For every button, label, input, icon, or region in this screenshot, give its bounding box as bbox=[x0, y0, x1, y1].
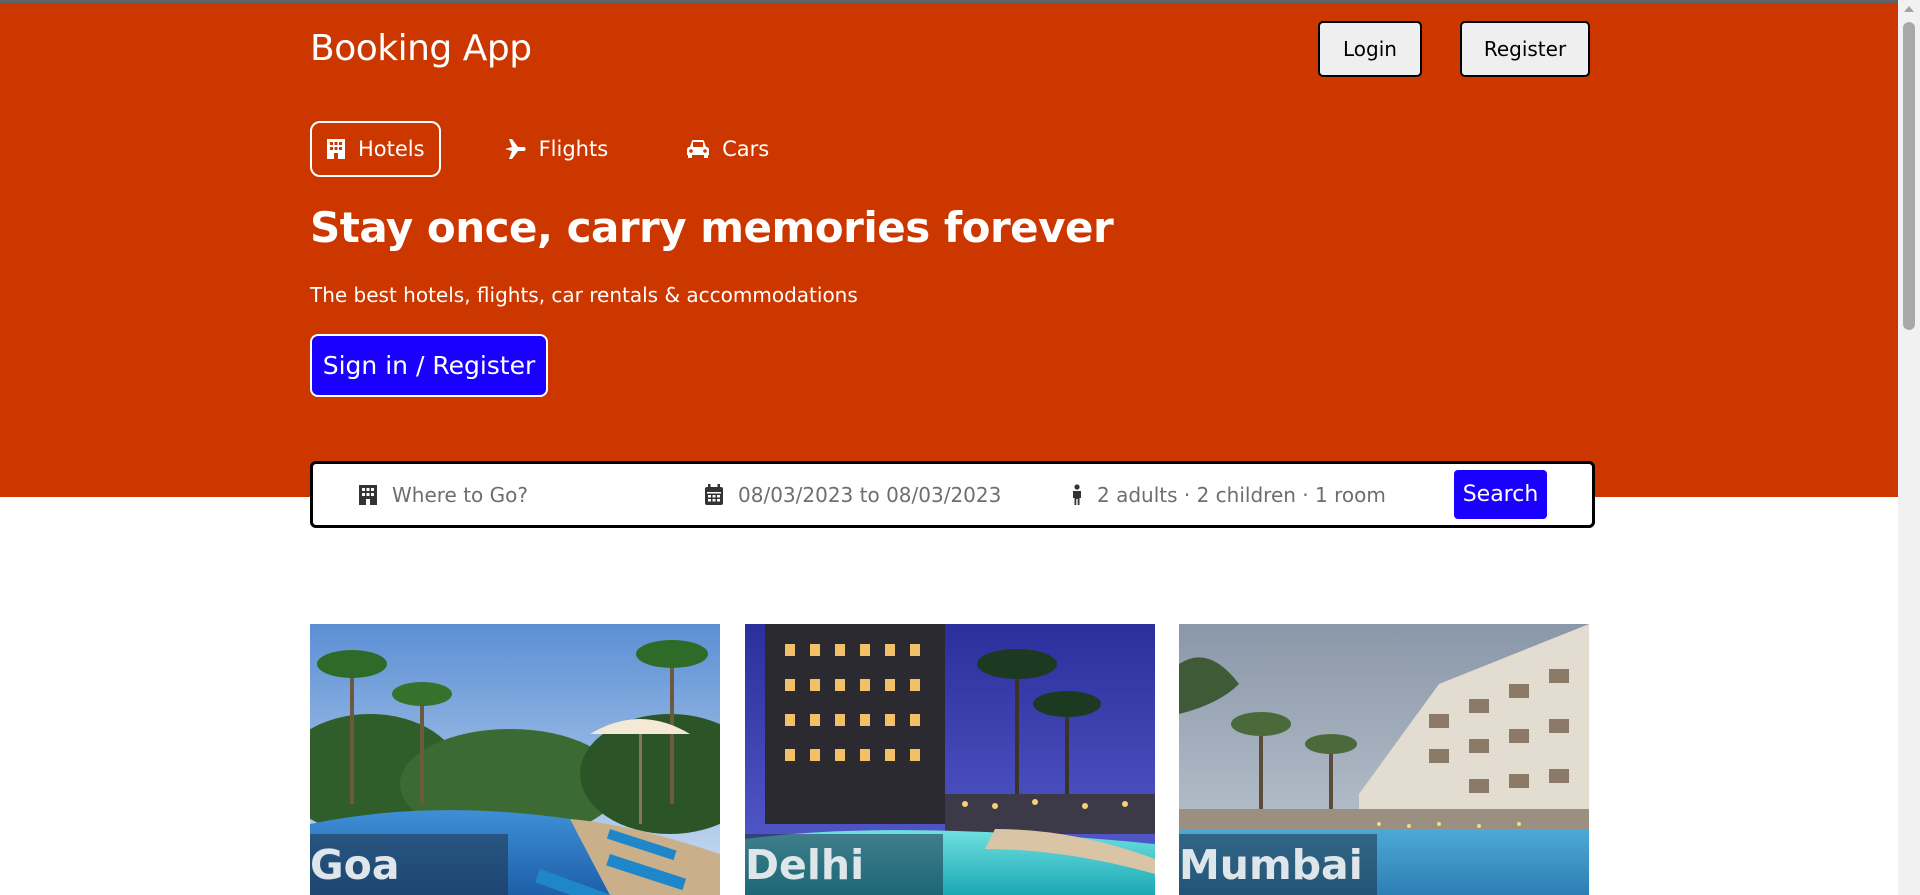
scroll-up-arrow-icon[interactable] bbox=[1904, 6, 1914, 12]
hotel-icon bbox=[359, 484, 377, 505]
brand-logo[interactable]: Booking App bbox=[310, 28, 532, 69]
destination-label: Mumbai bbox=[1179, 834, 1377, 895]
tab-hotels-label: Hotels bbox=[358, 137, 425, 161]
destination-card-goa[interactable]: Goa bbox=[310, 624, 720, 895]
tab-flights-label: Flights bbox=[538, 137, 609, 161]
vertical-scrollbar[interactable] bbox=[1898, 0, 1920, 895]
destination-placeholder: Where to Go? bbox=[392, 482, 528, 507]
guests-field[interactable]: 2 adults · 2 children · 1 room bbox=[1071, 464, 1411, 525]
hotel-icon bbox=[327, 139, 345, 159]
destination-field[interactable]: Where to Go? bbox=[358, 464, 658, 525]
calendar-icon bbox=[705, 483, 723, 505]
date-range-value: 08/03/2023 to 08/03/2023 bbox=[738, 482, 1002, 507]
plane-icon bbox=[504, 139, 526, 159]
destination-cards: Goa Delhi Mumbai bbox=[310, 624, 1590, 895]
tab-cars-label: Cars bbox=[722, 137, 770, 161]
sign-in-register-button[interactable]: Sign in / Register bbox=[310, 334, 548, 397]
person-icon bbox=[1073, 483, 1081, 505]
hero-headline: Stay once, carry memories forever bbox=[310, 203, 1114, 252]
search-bar: Where to Go? 08/03/2023 to 08/03/2023 2 … bbox=[310, 461, 1595, 528]
register-button[interactable]: Register bbox=[1460, 21, 1590, 77]
destination-label: Goa bbox=[310, 834, 508, 895]
destination-card-mumbai[interactable]: Mumbai bbox=[1179, 624, 1589, 895]
destination-label: Delhi bbox=[745, 834, 943, 895]
guests-value: 2 adults · 2 children · 1 room bbox=[1097, 482, 1386, 507]
search-button[interactable]: Search bbox=[1454, 470, 1547, 519]
category-tabs: Hotels Flights Cars bbox=[310, 121, 831, 177]
car-icon bbox=[687, 140, 710, 158]
date-range-field[interactable]: 08/03/2023 to 08/03/2023 bbox=[704, 464, 1024, 525]
hero-subline: The best hotels, flights, car rentals & … bbox=[310, 283, 858, 307]
destination-card-delhi[interactable]: Delhi bbox=[745, 624, 1155, 895]
tab-hotels[interactable]: Hotels bbox=[310, 121, 441, 177]
login-button[interactable]: Login bbox=[1318, 21, 1422, 77]
scrollbar-thumb[interactable] bbox=[1903, 22, 1915, 330]
tab-cars[interactable]: Cars bbox=[670, 121, 785, 177]
tab-flights[interactable]: Flights bbox=[487, 121, 625, 177]
